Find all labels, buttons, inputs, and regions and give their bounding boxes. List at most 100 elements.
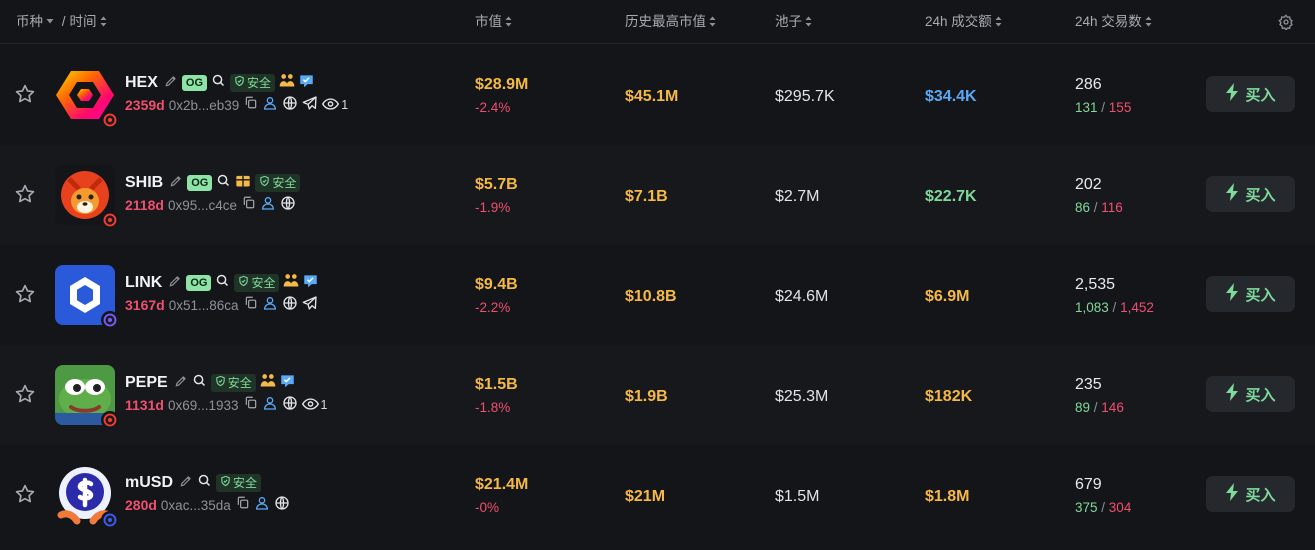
pencil-icon[interactable] [168, 274, 182, 293]
copy-icon[interactable] [242, 195, 256, 215]
verified-icon[interactable] [299, 74, 314, 93]
user-icon[interactable] [262, 95, 278, 116]
user-icon[interactable] [262, 295, 278, 316]
pencil-icon[interactable] [164, 74, 178, 93]
txns-total: 235 [1075, 376, 1102, 393]
token-address: 0xac...35da [160, 497, 231, 513]
header-time[interactable]: 时间 [70, 14, 97, 29]
sort-icon[interactable] [709, 16, 716, 27]
txns-cell: 2,535 1,083 / 1,452 [1075, 275, 1154, 317]
search-icon[interactable] [211, 73, 226, 93]
sort-icon[interactable] [1145, 16, 1152, 27]
header-ath-label: 历史最高市值 [625, 14, 706, 29]
token-meta-line: 3167d 0x51...86ca [125, 295, 318, 316]
volume-value: $22.7K [925, 188, 977, 205]
header-volume[interactable]: 24h 成交额 [925, 0, 1002, 44]
search-icon[interactable] [197, 473, 212, 493]
token-symbol[interactable]: mUSD [125, 474, 173, 492]
user-icon[interactable] [260, 195, 276, 216]
sort-icon[interactable] [100, 16, 107, 27]
table-row[interactable]: HEX OG 安全 2359d 0x2b...eb39 1 $28.9M -2.4… [0, 45, 1315, 145]
star-icon[interactable] [14, 183, 36, 205]
star-icon[interactable] [14, 283, 36, 305]
user-icon[interactable] [262, 395, 278, 416]
txns-total: 679 [1075, 476, 1102, 493]
search-icon[interactable] [192, 373, 207, 393]
verified-icon[interactable] [303, 274, 318, 293]
volume-value: $34.4K [925, 88, 977, 105]
token-avatar[interactable] [55, 165, 119, 229]
header-pool[interactable]: 池子 [775, 0, 812, 44]
header-txns-label: 24h 交易数 [1075, 14, 1142, 29]
buy-button[interactable]: 买入 [1206, 476, 1295, 512]
header-coin[interactable]: 币种 [16, 14, 43, 29]
token-symbol[interactable]: SHIB [125, 174, 163, 192]
globe-icon[interactable] [274, 495, 290, 516]
buy-button[interactable]: 买入 [1206, 276, 1295, 312]
table-row[interactable]: LINK OG 安全 3167d 0x51...86ca $9.4B -2.2% … [0, 245, 1315, 345]
globe-icon[interactable] [280, 195, 296, 216]
pool-value: $25.3M [775, 388, 829, 405]
header-ath-market-cap[interactable]: 历史最高市值 [625, 0, 716, 44]
star-icon[interactable] [14, 83, 36, 105]
table-row[interactable]: SHIB OG 安全 2118d 0x95...c4ce $5.7B -1.9% … [0, 145, 1315, 245]
txns-cell: 286 131 / 155 [1075, 75, 1131, 117]
copy-icon[interactable] [236, 495, 250, 515]
globe-icon[interactable] [282, 295, 298, 316]
globe-icon[interactable] [282, 395, 298, 416]
pencil-icon[interactable] [174, 374, 188, 393]
sort-icon[interactable] [995, 16, 1002, 27]
shield-icon [220, 475, 231, 491]
views-count: 1 [301, 397, 327, 414]
header-txns[interactable]: 24h 交易数 [1075, 0, 1152, 44]
safe-label: 安全 [247, 75, 272, 90]
token-avatar[interactable] [55, 365, 119, 429]
buy-button[interactable]: 买入 [1206, 376, 1295, 412]
buy-button[interactable]: 买入 [1206, 76, 1295, 112]
star-icon[interactable] [14, 483, 36, 505]
telegram-icon[interactable] [302, 95, 318, 116]
safe-label: 安全 [233, 475, 258, 490]
copy-icon[interactable] [244, 95, 258, 115]
sort-icon[interactable] [505, 16, 512, 27]
copy-icon[interactable] [244, 295, 258, 315]
star-icon[interactable] [14, 383, 36, 405]
market-cap-cell: $5.7B -1.9% [475, 175, 518, 217]
token-symbol[interactable]: HEX [125, 74, 158, 92]
holders-icon[interactable] [260, 373, 276, 393]
buy-label: 买入 [1245, 86, 1276, 104]
pool-value: $24.6M [775, 288, 829, 305]
token-symbol[interactable]: PEPE [125, 374, 168, 392]
token-avatar[interactable] [55, 65, 119, 129]
search-icon[interactable] [215, 273, 230, 293]
globe-icon[interactable] [282, 95, 298, 116]
telegram-icon[interactable] [302, 295, 318, 316]
txns-cell: 202 86 / 116 [1075, 175, 1123, 217]
token-avatar[interactable] [55, 265, 119, 329]
og-badge: OG [187, 175, 213, 191]
holders-icon[interactable] [283, 273, 299, 293]
gear-icon[interactable] [1278, 14, 1294, 32]
copy-icon[interactable] [244, 395, 258, 415]
dropdown-icon[interactable] [46, 18, 54, 24]
safe-badge: 安全 [255, 174, 301, 192]
token-symbol[interactable]: LINK [125, 274, 162, 292]
search-icon[interactable] [216, 173, 231, 193]
pencil-icon[interactable] [169, 174, 183, 193]
txns-buys-sells: 375 / 304 [1075, 499, 1131, 517]
safe-badge: 安全 [234, 274, 280, 292]
user-icon[interactable] [254, 495, 270, 516]
sort-icon[interactable] [805, 16, 812, 27]
verified-icon[interactable] [280, 374, 295, 393]
table-row[interactable]: PEPE 安全 1131d 0x69...1933 1 $1.5B -1.8% … [0, 345, 1315, 445]
token-avatar[interactable] [55, 465, 119, 529]
header-market-cap[interactable]: 市值 [475, 0, 512, 44]
table-row[interactable]: mUSD 安全 280d 0xac...35da $21.4M -0% $21M… [0, 445, 1315, 545]
token-address: 0x2b...eb39 [168, 97, 240, 113]
box-icon[interactable] [235, 173, 251, 193]
buy-button[interactable]: 买入 [1206, 176, 1295, 212]
market-cap-value: $28.9M [475, 76, 529, 93]
token-address: 0x51...86ca [168, 297, 239, 313]
pencil-icon[interactable] [179, 474, 193, 493]
holders-icon[interactable] [279, 73, 295, 93]
